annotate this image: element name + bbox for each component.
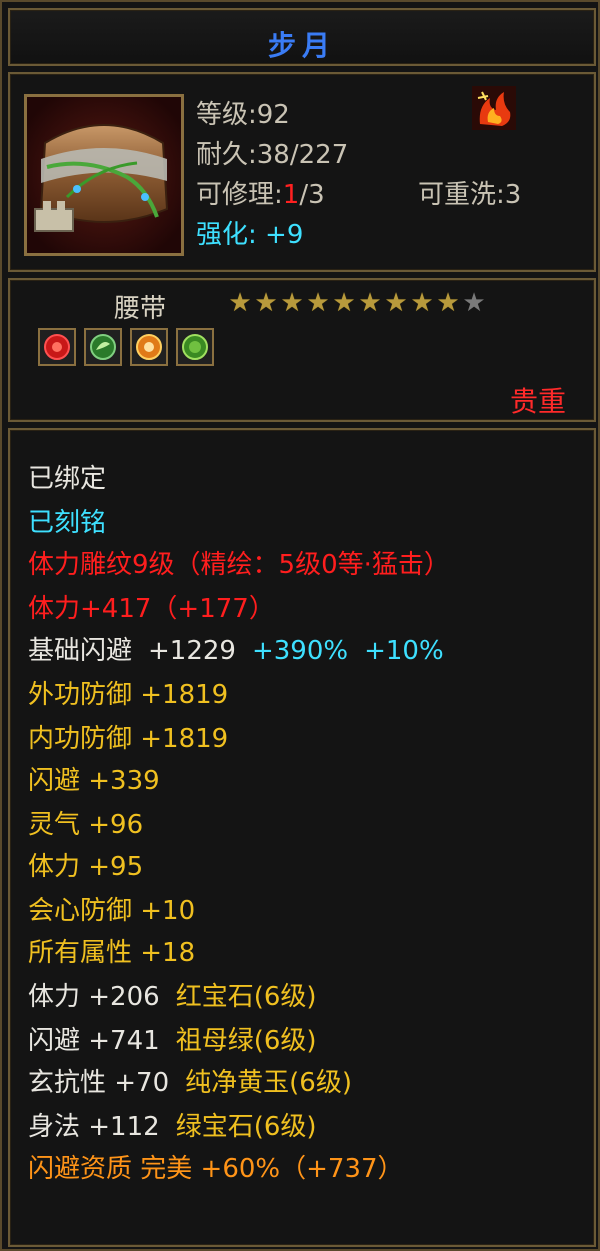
rewash-text: 可重洗:3 <box>418 180 522 210</box>
attr-line: 外功防御 +1819 <box>28 680 229 710</box>
rarity-label: 贵重 <box>509 385 566 418</box>
green-gem-slot[interactable] <box>84 328 122 366</box>
carving-line: 体力雕纹9级（精绘：5级0等·猛击） <box>28 550 450 580</box>
belt-icon <box>27 97 181 253</box>
emerald-gem-slot[interactable] <box>176 328 214 366</box>
engraved-status: 已刻铭 <box>28 508 107 538</box>
bound-status: 已绑定 <box>28 464 107 494</box>
star-filled-icon: ★ <box>436 288 460 318</box>
orange-gem-icon <box>136 334 162 360</box>
gem-attr-line: 玄抗性 +70 纯净黄玉(6级) <box>28 1062 352 1099</box>
repair-text: 可修理:1/3 <box>196 174 325 211</box>
star-rating: ★ ★ ★ ★ ★ ★ ★ ★ ★ ★ <box>228 290 486 320</box>
stamina-total-line: 体力+417（+177） <box>28 594 275 624</box>
enhance-text: 强化: +9 <box>196 214 303 251</box>
star-filled-icon: ★ <box>358 288 382 318</box>
enhance-label: 强化: <box>196 220 257 250</box>
gem-attr-line: 身法 +112 绿宝石(6级) <box>28 1106 317 1143</box>
gem-attr-gem: 祖母绿(6级) <box>175 1026 317 1056</box>
belt-item-icon[interactable] <box>24 94 184 256</box>
title-bar: 步月 <box>8 8 596 66</box>
star-empty-icon: ★ <box>462 288 486 318</box>
emerald-gem-icon <box>182 334 208 360</box>
base-dodge-value: +1229 <box>148 636 236 666</box>
red-gem-slot[interactable] <box>38 328 76 366</box>
name-panel: 腰带 ★ ★ ★ ★ ★ ★ ★ ★ ★ ★ 贵重 <box>8 278 596 422</box>
gem-slots <box>38 328 214 366</box>
gem-attr-stat: 闪避 +741 <box>28 1026 160 1056</box>
gem-attr-gem: 红宝石(6级) <box>175 982 317 1012</box>
attr-line: 灵气 +96 <box>28 810 144 840</box>
repair-max: /3 <box>299 180 325 210</box>
gem-attr-stat: 体力 +206 <box>28 982 160 1012</box>
info-panel: 等级:92 耐久:38/227 可修理:1/3 可重洗:3 强化: +9 <box>8 72 596 272</box>
durability-text: 耐久:38/227 <box>196 140 349 170</box>
attributes-panel: 已绑定 已刻铭 体力雕纹9级（精绘：5级0等·猛击） 体力+417（+177） … <box>8 428 596 1247</box>
star-filled-icon: ★ <box>332 288 356 318</box>
base-dodge-bonus-extra: +10% <box>364 636 444 666</box>
star-filled-icon: ★ <box>410 288 434 318</box>
attr-line: 体力 +95 <box>28 852 144 882</box>
gem-attr-stat: 身法 +112 <box>28 1112 160 1142</box>
repair-label: 可修理: <box>196 180 283 210</box>
repair-current: 1 <box>282 180 300 210</box>
level-text: 等级:92 <box>196 100 290 130</box>
base-dodge-bonus-percent: +390% <box>251 636 349 666</box>
green-gem-icon <box>90 334 116 360</box>
red-gem-icon <box>44 334 70 360</box>
star-filled-icon: ★ <box>280 288 304 318</box>
attr-line: 闪避 +339 <box>28 766 160 796</box>
star-filled-icon: ★ <box>228 288 252 318</box>
gem-attr-line: 闪避 +741 祖母绿(6级) <box>28 1020 317 1057</box>
gem-attr-line: 体力 +206 红宝石(6级) <box>28 976 317 1013</box>
flame-badge-icon[interactable] <box>472 86 516 130</box>
star-filled-icon: ★ <box>254 288 278 318</box>
orange-gem-slot[interactable] <box>130 328 168 366</box>
base-dodge-label: 基础闪避 <box>28 636 133 666</box>
item-tooltip: 步月 等级:92 耐久:38/227 可修理:1/3 可重洗:3 强化: +9 … <box>0 0 600 1251</box>
star-filled-icon: ★ <box>306 288 330 318</box>
item-type: 腰带 <box>114 294 167 324</box>
gem-attr-gem: 纯净黄玉(6级) <box>185 1068 352 1098</box>
gem-attr-gem: 绿宝石(6级) <box>175 1112 317 1142</box>
base-dodge-line: 基础闪避 +1229 +390% +10% <box>28 630 444 667</box>
gem-attr-stat: 玄抗性 +70 <box>28 1068 170 1098</box>
attr-line: 会心防御 +10 <box>28 896 196 926</box>
quality-line: 闪避资质 完美 +60%（+737） <box>28 1154 404 1184</box>
attr-line: 所有属性 +18 <box>28 938 196 968</box>
item-name: 步月 <box>267 29 336 62</box>
enhance-value: +9 <box>265 220 304 250</box>
attr-line: 内功防御 +1819 <box>28 724 229 754</box>
star-filled-icon: ★ <box>384 288 408 318</box>
